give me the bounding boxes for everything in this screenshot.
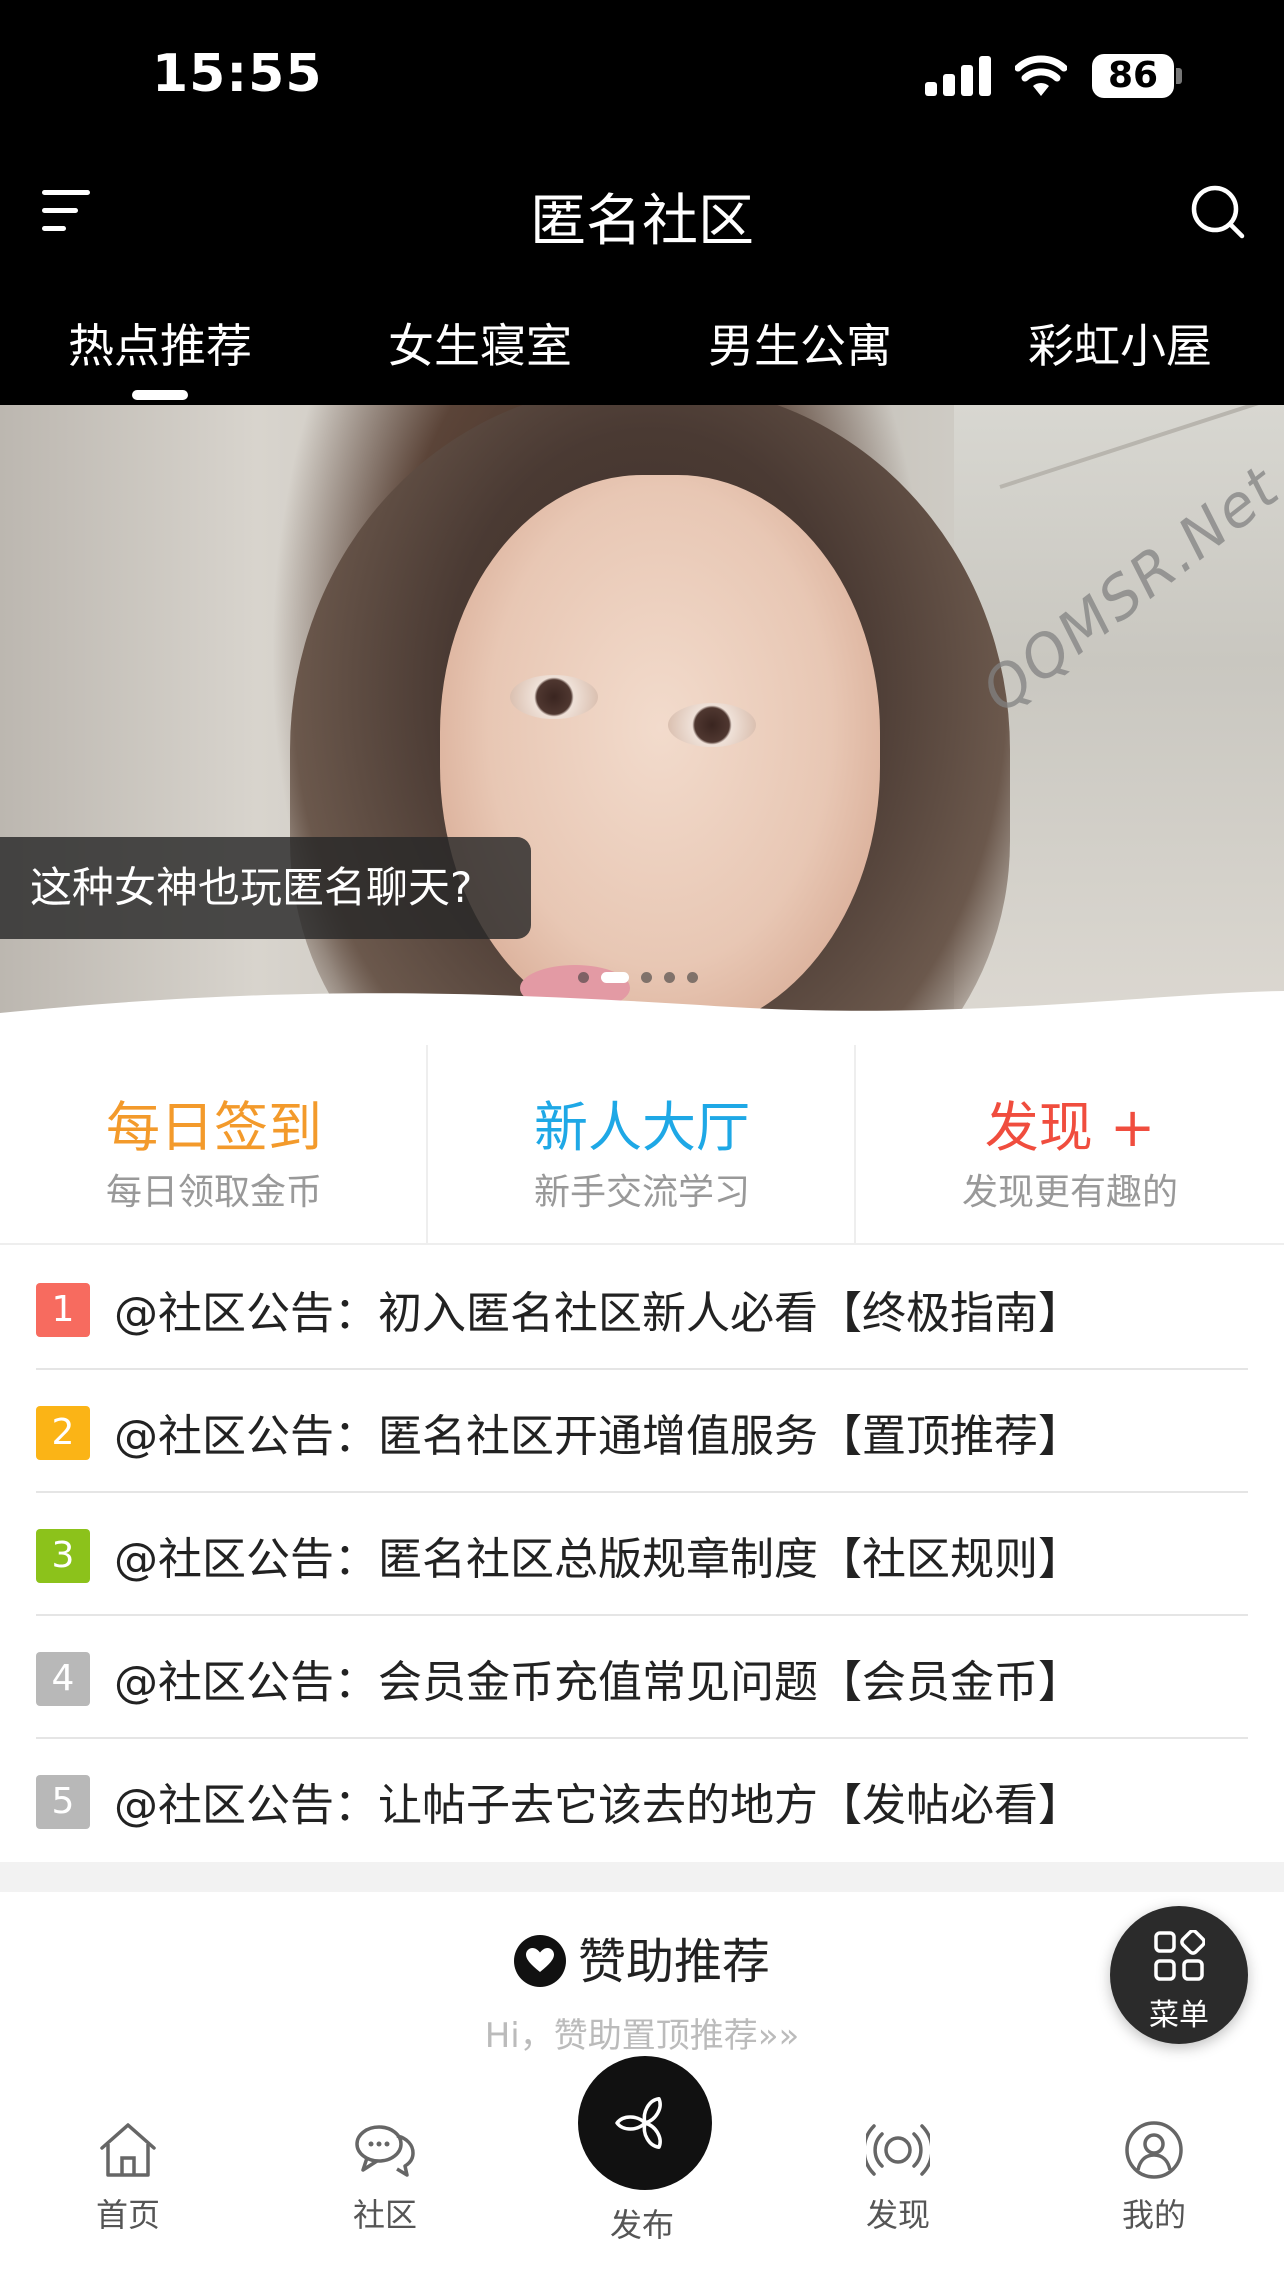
home-icon bbox=[100, 2123, 156, 2177]
entry-title: 新人大厅 bbox=[534, 1096, 750, 1159]
nav-community[interactable]: 社区 bbox=[285, 2120, 485, 2236]
quick-entries: 每日签到 每日领取金币 新人大厅 新手交流学习 发现 + 发现更有趣的 bbox=[0, 1045, 1284, 1245]
nav-discover[interactable]: 发现 bbox=[798, 2120, 998, 2236]
banner-carousel[interactable]: QQMSR.Net 这种女神也玩匿名聊天? bbox=[0, 405, 1284, 1045]
announcement-text: @社区公告：初入匿名社区新人必看【终极指南】 bbox=[114, 1288, 1082, 1339]
rank-badge: 3 bbox=[36, 1529, 90, 1583]
tab-label: 彩虹小屋 bbox=[1028, 319, 1212, 373]
cellular-signal-icon bbox=[925, 56, 991, 96]
broadcast-icon bbox=[866, 2124, 930, 2176]
daily-checkin-button[interactable]: 每日签到 每日领取金币 bbox=[0, 1045, 428, 1245]
announcement-item[interactable]: 5 @社区公告：让帖子去它该去的地方【发帖必看】 bbox=[36, 1739, 1248, 1862]
battery-level: 86 bbox=[1092, 54, 1174, 98]
announcement-item[interactable]: 3 @社区公告：匿名社区总版规章制度【社区规则】 bbox=[36, 1493, 1248, 1616]
carousel-dot[interactable] bbox=[578, 972, 589, 983]
announcement-item[interactable]: 1 @社区公告：初入匿名社区新人必看【终极指南】 bbox=[36, 1247, 1248, 1370]
publish-label: 发布 bbox=[609, 2206, 674, 2244]
entry-subtitle: 每日领取金币 bbox=[105, 1172, 322, 1213]
rank-badge: 2 bbox=[36, 1406, 90, 1460]
app-header: 15:55 86 匿名社区 热点推荐 女生寝室 男生公寓 彩虹小屋 bbox=[0, 0, 1284, 405]
entry-title: 发现 + bbox=[984, 1096, 1156, 1159]
discover-button[interactable]: 发现 + 发现更有趣的 bbox=[856, 1045, 1284, 1245]
announcement-text: @社区公告：匿名社区总版规章制度【社区规则】 bbox=[114, 1534, 1082, 1585]
carousel-dot[interactable] bbox=[641, 972, 652, 983]
tab-hot[interactable]: 热点推荐 bbox=[40, 310, 280, 400]
tab-label: 热点推荐 bbox=[68, 319, 252, 373]
sponsor-link[interactable]: Hi，赞助置顶推荐»» bbox=[0, 2008, 1284, 2057]
section-divider bbox=[0, 1862, 1284, 1892]
search-icon[interactable] bbox=[1190, 184, 1246, 240]
nav-label: 社区 bbox=[352, 2196, 417, 2234]
newbie-hall-button[interactable]: 新人大厅 新手交流学习 bbox=[428, 1045, 856, 1245]
sponsor-section: 赞助推荐 Hi，赞助置顶推荐»» bbox=[0, 1892, 1284, 2062]
tab-label: 女生寝室 bbox=[388, 319, 572, 373]
category-tabs: 热点推荐 女生寝室 男生公寓 彩虹小屋 bbox=[0, 310, 1284, 400]
status-time: 15:55 bbox=[152, 44, 323, 104]
page-title: 匿名社区 bbox=[530, 189, 754, 254]
announcement-text: @社区公告：会员金币充值常见问题【会员金币】 bbox=[114, 1657, 1082, 1708]
carousel-dot[interactable] bbox=[687, 972, 698, 983]
entry-subtitle: 新手交流学习 bbox=[533, 1172, 750, 1213]
user-icon bbox=[1125, 2121, 1183, 2179]
rank-badge: 4 bbox=[36, 1652, 90, 1706]
wifi-icon bbox=[1015, 55, 1067, 96]
nav-label: 我的 bbox=[1121, 2196, 1186, 2234]
announcement-text: @社区公告：让帖子去它该去的地方【发帖必看】 bbox=[114, 1780, 1082, 1831]
floating-menu-label: 菜单 bbox=[1149, 1998, 1209, 2033]
grid-icon bbox=[1154, 1930, 1205, 1981]
entry-subtitle: 发现更有趣的 bbox=[961, 1172, 1178, 1213]
nav-label: 发现 bbox=[865, 2196, 930, 2234]
nav-home[interactable]: 首页 bbox=[28, 2120, 228, 2236]
sponsor-title: 赞助推荐 bbox=[577, 1934, 770, 1990]
carousel-dots bbox=[578, 967, 710, 983]
carousel-dot-active[interactable] bbox=[601, 972, 629, 983]
publish-button[interactable] bbox=[578, 2056, 712, 2190]
announcement-item[interactable]: 4 @社区公告：会员金币充值常见问题【会员金币】 bbox=[36, 1616, 1248, 1739]
rank-badge: 5 bbox=[36, 1775, 90, 1829]
publish-icon bbox=[615, 2097, 662, 2149]
sponsor-header: 赞助推荐 bbox=[0, 1922, 1284, 1992]
tab-rainbow-house[interactable]: 彩虹小屋 bbox=[1000, 310, 1240, 376]
tab-label: 男生公寓 bbox=[708, 319, 892, 373]
floating-menu-button[interactable]: 菜单 bbox=[1110, 1906, 1248, 2044]
banner-caption: 这种女神也玩匿名聊天? bbox=[0, 837, 531, 939]
announcement-text: @社区公告：匿名社区开通增值服务【置顶推荐】 bbox=[114, 1411, 1082, 1462]
heart-chat-icon bbox=[513, 1935, 566, 1987]
entry-title: 每日签到 bbox=[106, 1096, 322, 1159]
carousel-dot[interactable] bbox=[664, 972, 675, 983]
rank-badge: 1 bbox=[36, 1283, 90, 1337]
tab-girls-dorm[interactable]: 女生寝室 bbox=[360, 310, 600, 376]
active-tab-indicator bbox=[132, 390, 188, 400]
nav-profile[interactable]: 我的 bbox=[1054, 2120, 1254, 2236]
wave-divider bbox=[0, 991, 1284, 1045]
announcement-item[interactable]: 2 @社区公告：匿名社区开通增值服务【置顶推荐】 bbox=[36, 1370, 1248, 1493]
chat-icon bbox=[355, 2125, 415, 2177]
battery-indicator: 86 bbox=[1092, 54, 1182, 98]
nav-label: 首页 bbox=[95, 2196, 160, 2234]
announcement-list: 1 @社区公告：初入匿名社区新人必看【终极指南】 2 @社区公告：匿名社区开通增… bbox=[0, 1247, 1284, 1862]
tab-boys-apartment[interactable]: 男生公寓 bbox=[680, 310, 920, 376]
